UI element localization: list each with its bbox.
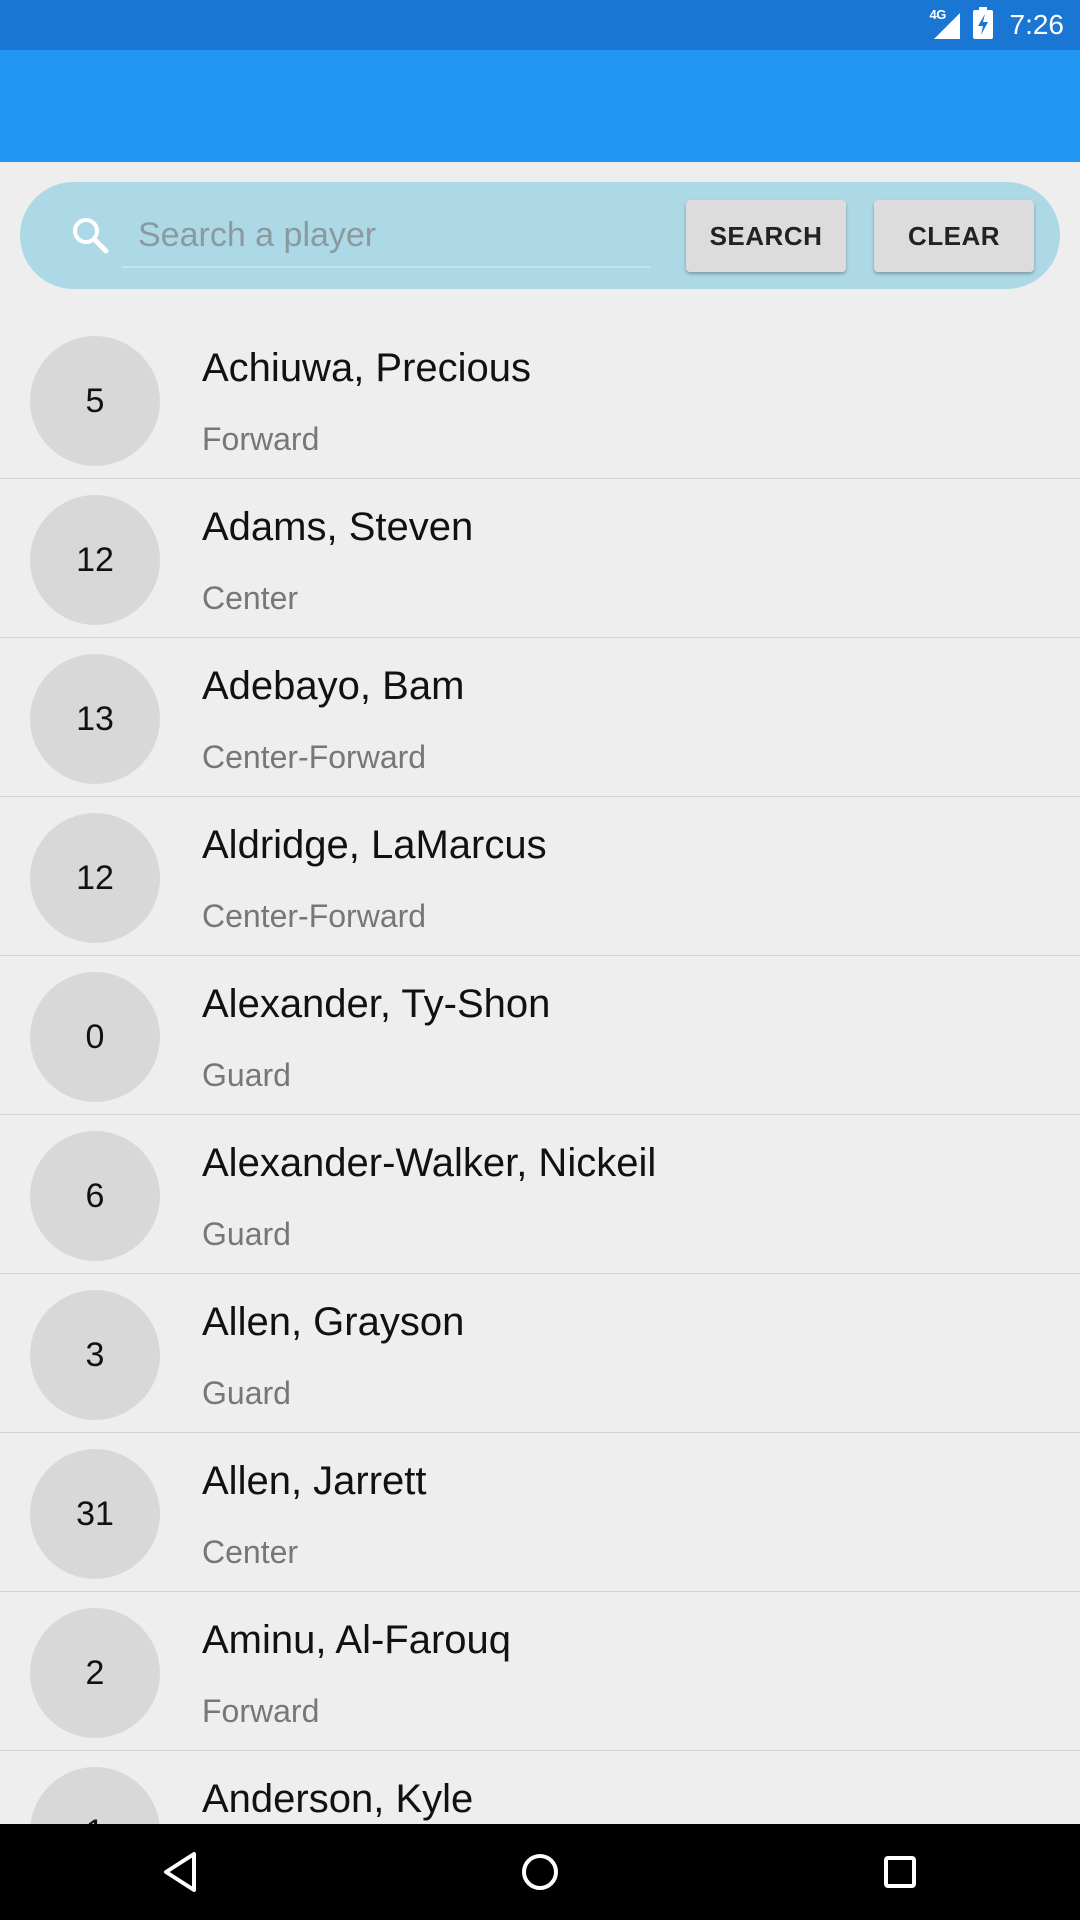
- jersey-number-badge: 13: [30, 654, 160, 784]
- player-list: 5 Achiuwa, Precious Forward 12 Adams, St…: [0, 320, 1080, 1824]
- player-name: Alexander, Ty-Shon: [202, 982, 551, 1026]
- signal-icon: 4G: [929, 7, 962, 41]
- player-row[interactable]: 2 Aminu, Al-Farouq Forward: [0, 1592, 1080, 1751]
- player-row[interactable]: 5 Achiuwa, Precious Forward: [0, 320, 1080, 479]
- player-position: Forward: [202, 421, 320, 457]
- back-icon[interactable]: [150, 1842, 210, 1902]
- search-input[interactable]: [122, 204, 650, 268]
- jersey-number-badge: 12: [30, 495, 160, 625]
- status-bar: 4G 7:26: [0, 0, 1080, 50]
- clear-button[interactable]: CLEAR: [874, 200, 1034, 272]
- jersey-number-badge: 31: [30, 1449, 160, 1579]
- player-row[interactable]: 3 Allen, Grayson Guard: [0, 1274, 1080, 1433]
- player-position: Guard: [202, 1375, 291, 1411]
- search-icon: [70, 215, 110, 255]
- player-name: Aminu, Al-Farouq: [202, 1618, 512, 1662]
- player-name: Alexander-Walker, Nickeil: [202, 1141, 657, 1185]
- player-name: Anderson, Kyle: [202, 1777, 474, 1821]
- player-position: Guard: [202, 1216, 291, 1252]
- player-row[interactable]: 31 Allen, Jarrett Center: [0, 1433, 1080, 1592]
- player-row[interactable]: 12 Adams, Steven Center: [0, 479, 1080, 638]
- player-row[interactable]: 0 Alexander, Ty-Shon Guard: [0, 956, 1080, 1115]
- jersey-number-badge: 2: [30, 1608, 160, 1738]
- player-name: Adebayo, Bam: [202, 664, 465, 708]
- player-position: Forward: [202, 1693, 320, 1729]
- player-name: Allen, Jarrett: [202, 1459, 427, 1503]
- player-name: Achiuwa, Precious: [202, 346, 532, 390]
- status-time: 7:26: [1009, 9, 1065, 40]
- player-position: Center-Forward: [202, 739, 427, 775]
- player-name: Allen, Grayson: [202, 1300, 465, 1344]
- battery-charging-icon: [972, 6, 994, 44]
- player-position: Center: [202, 580, 299, 616]
- player-row[interactable]: 1 Anderson, Kyle: [0, 1751, 1080, 1824]
- jersey-number-badge: 0: [30, 972, 160, 1102]
- player-name: Aldridge, LaMarcus: [202, 823, 547, 867]
- search-button[interactable]: SEARCH: [686, 200, 846, 272]
- status-icons: 4G 7:26: [929, 0, 1065, 50]
- navigation-bar: [0, 1824, 1080, 1920]
- app-bar: [0, 50, 1080, 162]
- jersey-number-badge: 12: [30, 813, 160, 943]
- network-type-label: 4G: [929, 7, 947, 22]
- player-row[interactable]: 13 Adebayo, Bam Center-Forward: [0, 638, 1080, 797]
- jersey-number-badge: 1: [30, 1767, 160, 1824]
- home-icon[interactable]: [510, 1842, 570, 1902]
- player-position: Center: [202, 1534, 299, 1570]
- jersey-number-badge: 5: [30, 336, 160, 466]
- recents-icon[interactable]: [870, 1842, 930, 1902]
- jersey-number-badge: 6: [30, 1131, 160, 1261]
- player-row[interactable]: 6 Alexander-Walker, Nickeil Guard: [0, 1115, 1080, 1274]
- player-position: Center-Forward: [202, 898, 427, 934]
- player-row[interactable]: 12 Aldridge, LaMarcus Center-Forward: [0, 797, 1080, 956]
- jersey-number-badge: 3: [30, 1290, 160, 1420]
- player-name: Adams, Steven: [202, 505, 474, 549]
- player-position: Guard: [202, 1057, 291, 1093]
